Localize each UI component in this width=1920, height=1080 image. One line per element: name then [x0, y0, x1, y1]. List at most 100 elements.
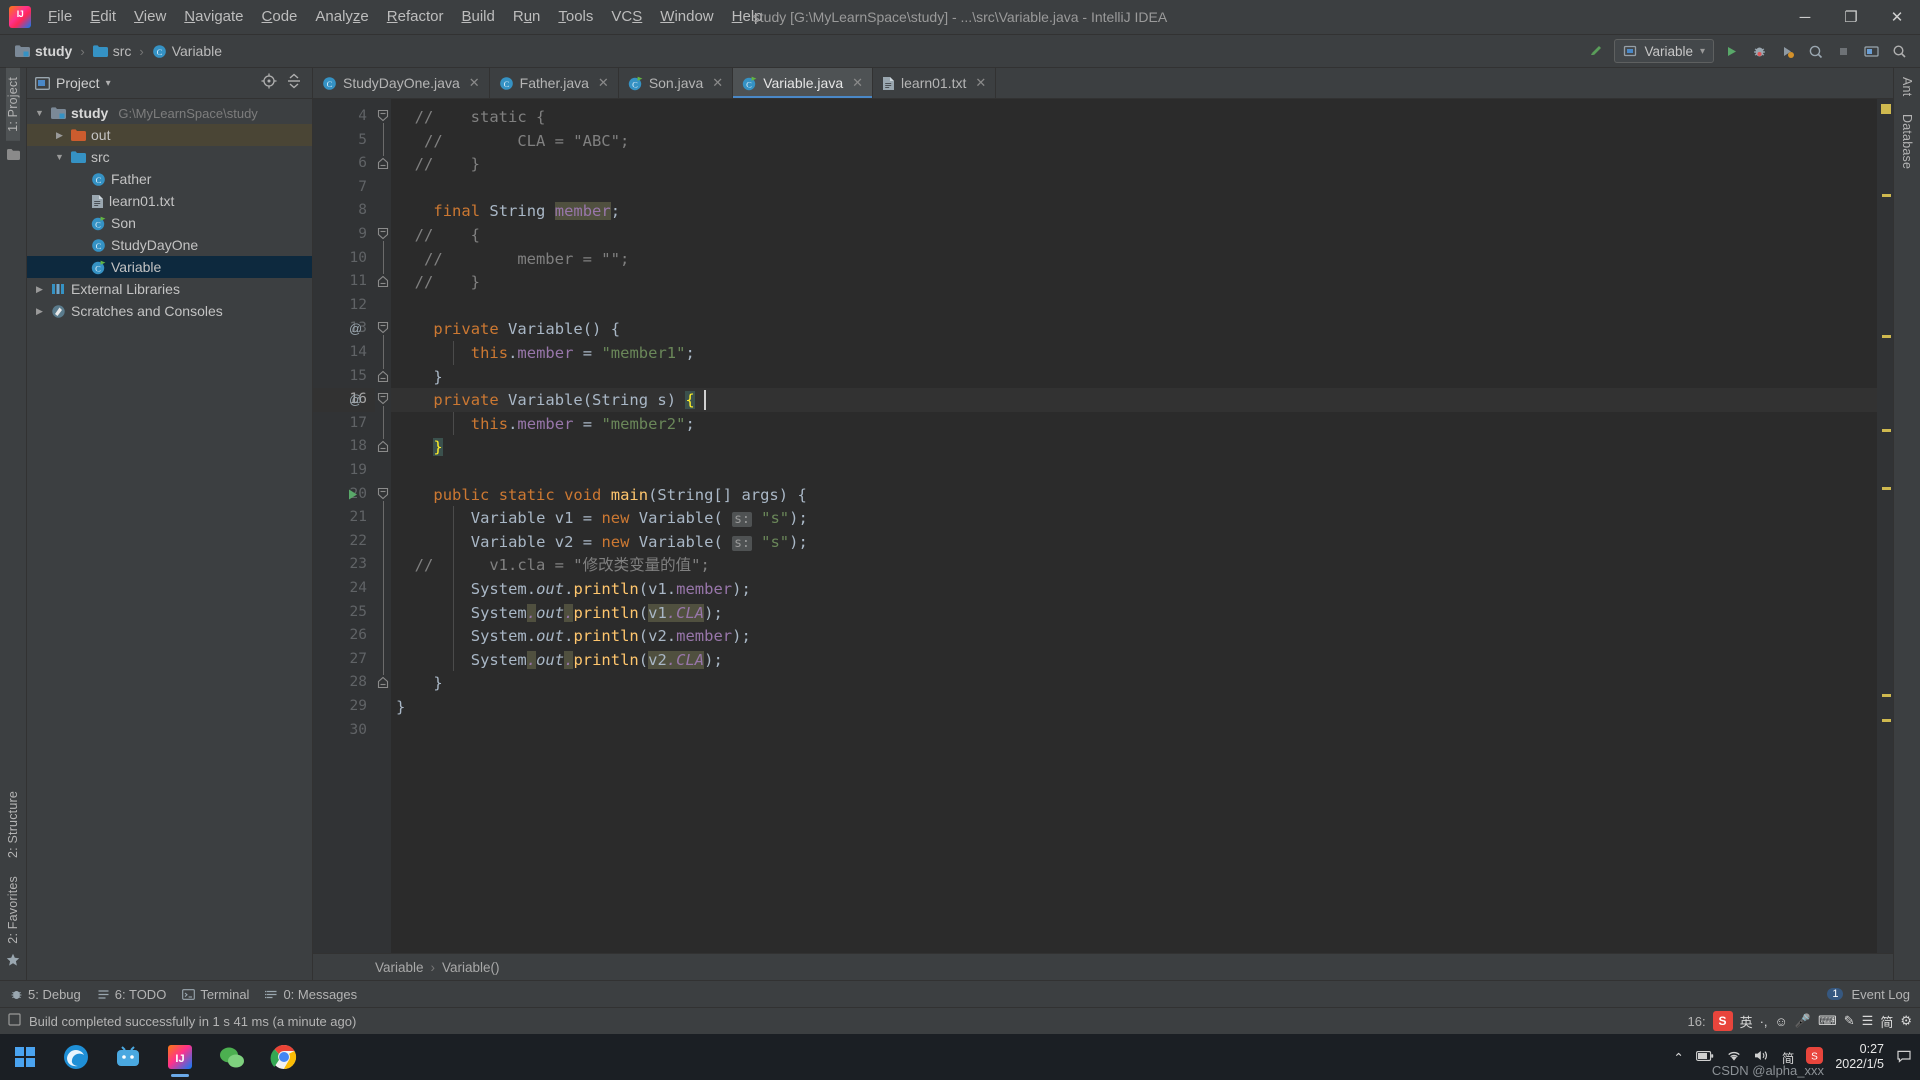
chevron-right-icon[interactable]: ▶ [33, 306, 46, 317]
editor-tab-learn01-txt[interactable]: learn01.txt ✕ [873, 68, 997, 98]
scroll-from-source-icon[interactable] [261, 73, 277, 94]
taskbar-app-chrome[interactable] [258, 1034, 310, 1080]
ime-item-7[interactable]: 简 [1880, 1012, 1893, 1031]
ime-item-1[interactable]: ·, [1760, 1014, 1768, 1029]
menu-item-refactor[interactable]: Refactor [378, 0, 453, 34]
code-line[interactable]: System.out.println(v2.CLA); [396, 649, 723, 673]
override-marker-icon[interactable]: @ [349, 392, 362, 407]
sidebar-item-ant[interactable]: Ant [1900, 68, 1914, 105]
editor-tab-son-java[interactable]: C Son.java ✕ [619, 68, 734, 98]
tree-node-study[interactable]: ▼ study G:\MyLearnSpace\study [27, 102, 312, 124]
code-line[interactable]: // { [396, 224, 480, 248]
menu-item-tools[interactable]: Tools [549, 0, 602, 34]
ime-item-0[interactable]: 英 [1740, 1012, 1753, 1031]
tree-node-src[interactable]: ▼ src [27, 146, 312, 168]
tree-node-variable[interactable]: C Variable [27, 256, 312, 278]
close-icon[interactable]: ✕ [469, 75, 480, 91]
maximize-button[interactable]: ❐ [1828, 0, 1874, 34]
code-text-area[interactable]: // static { // CLA = "ABC"; // } final S… [391, 99, 1877, 953]
stop-button[interactable] [1833, 41, 1854, 62]
collapse-all-icon[interactable] [286, 73, 302, 94]
tree-node-father[interactable]: C Father [27, 168, 312, 190]
code-line[interactable]: System.out.println(v1.CLA); [396, 602, 723, 626]
tool-window-0-messages[interactable]: 0: Messages [265, 987, 357, 1002]
error-stripe-mark[interactable] [1882, 694, 1891, 697]
code-line[interactable]: // member = ""; [396, 248, 629, 272]
sogou-ime-icon[interactable]: S [1712, 1011, 1733, 1031]
minimize-button[interactable]: ─ [1782, 0, 1828, 34]
close-icon[interactable]: ✕ [975, 75, 986, 91]
error-stripe-mark[interactable] [1882, 194, 1891, 197]
notification-center-icon[interactable] [1896, 1048, 1912, 1067]
chevron-down-icon[interactable]: ▾ [1700, 46, 1705, 57]
fold-end-icon[interactable] [377, 439, 389, 456]
error-stripe-mark[interactable] [1882, 719, 1891, 722]
ime-item-8[interactable]: ⚙ [1900, 1013, 1912, 1029]
menu-item-window[interactable]: Window [651, 0, 722, 34]
close-icon[interactable]: ✕ [712, 75, 723, 91]
search-everywhere-icon[interactable] [1889, 41, 1910, 62]
editor-tab-father-java[interactable]: C Father.java ✕ [490, 68, 619, 98]
menu-item-navigate[interactable]: Navigate [175, 0, 252, 34]
close-icon[interactable]: ✕ [598, 75, 609, 91]
menu-item-analyze[interactable]: Analyze [306, 0, 377, 34]
settings-sync-icon[interactable] [1861, 41, 1882, 62]
debug-button[interactable] [1749, 41, 1770, 62]
run-configuration-selector[interactable]: Variable ▾ [1614, 39, 1714, 63]
ime-panel[interactable]: S 英 ·, ☺ 🎤 ⌨ ✎ ☰ 简 ⚙ [1712, 1011, 1912, 1031]
fold-end-icon[interactable] [377, 675, 389, 692]
code-line[interactable]: Variable v1 = new Variable( s: "s"); [396, 507, 808, 532]
code-line[interactable]: // CLA = "ABC"; [396, 130, 629, 154]
code-line[interactable]: } [396, 696, 405, 720]
tree-node-learn01-txt[interactable]: learn01.txt [27, 190, 312, 212]
editor-tab-variable-java[interactable]: C Variable.java ✕ [733, 68, 874, 98]
run-button[interactable] [1721, 41, 1742, 62]
code-line[interactable]: final String member; [396, 200, 620, 224]
tray-chevron-icon[interactable]: ⌃ [1673, 1050, 1683, 1065]
tree-node-son[interactable]: C Son [27, 212, 312, 234]
ime-item-6[interactable]: ☰ [1862, 1013, 1874, 1029]
fold-region-column[interactable] [375, 99, 391, 953]
fold-end-icon[interactable] [377, 274, 389, 291]
error-stripe-mark[interactable] [1882, 335, 1891, 338]
code-line[interactable]: private Variable(String s) { [396, 389, 695, 413]
tool-window-terminal[interactable]: Terminal [182, 987, 249, 1002]
menu-item-view[interactable]: View [125, 0, 175, 34]
taskbar-clock[interactable]: 0:27 2022/1/5 [1835, 1042, 1884, 1072]
code-line[interactable]: this.member = "member1"; [396, 342, 695, 366]
tool-window-6-todo[interactable]: 6: TODO [97, 987, 166, 1002]
chevron-right-icon[interactable]: ▶ [53, 130, 66, 141]
code-line[interactable]: public static void main(String[] args) { [396, 484, 806, 508]
menu-item-code[interactable]: Code [253, 0, 307, 34]
sidebar-item-structure[interactable]: 2: Structure [6, 782, 20, 867]
tree-node-studydayone[interactable]: C StudyDayOne [27, 234, 312, 256]
menu-item-help[interactable]: Help [723, 0, 772, 34]
tree-node-out[interactable]: ▶ out [27, 124, 312, 146]
editor-tab-studydayone-java[interactable]: C StudyDayOne.java ✕ [313, 68, 490, 98]
tree-node-external-libraries[interactable]: ▶ External Libraries [27, 278, 312, 300]
code-line[interactable]: // } [396, 153, 480, 177]
chevron-right-icon[interactable]: ▶ [33, 284, 46, 295]
breadcrumb-item-variable[interactable]: C Variable [149, 42, 225, 60]
menu-item-file[interactable]: File [39, 0, 81, 34]
tool-window-5-debug[interactable]: 5: Debug [10, 987, 81, 1002]
profiler-button[interactable] [1805, 41, 1826, 62]
code-line[interactable]: // static { [396, 106, 546, 130]
taskbar-app-wechat[interactable] [206, 1034, 258, 1080]
code-line[interactable]: } [396, 366, 442, 390]
code-line[interactable]: } [396, 672, 442, 696]
override-marker-icon[interactable]: @ [349, 321, 362, 336]
code-line[interactable]: System.out.println(v1.member); [396, 578, 751, 602]
taskbar-app-intellij-idea[interactable]: IJ [154, 1034, 206, 1080]
breadcrumb-item-study[interactable]: study [12, 42, 75, 60]
chevron-down-icon[interactable]: ▾ [106, 78, 111, 89]
ime-item-4[interactable]: ⌨ [1818, 1013, 1837, 1029]
inspection-status-marker[interactable] [1880, 104, 1891, 114]
menu-item-build[interactable]: Build [452, 0, 503, 34]
run-with-coverage-button[interactable] [1777, 41, 1798, 62]
menu-item-run[interactable]: Run [504, 0, 550, 34]
ime-item-3[interactable]: 🎤 [1795, 1013, 1811, 1029]
taskbar-app-bilibili[interactable] [102, 1034, 154, 1080]
sidebar-item-favorites[interactable]: 2: Favorites [6, 867, 20, 953]
run-gutter-icon[interactable] [347, 488, 359, 504]
